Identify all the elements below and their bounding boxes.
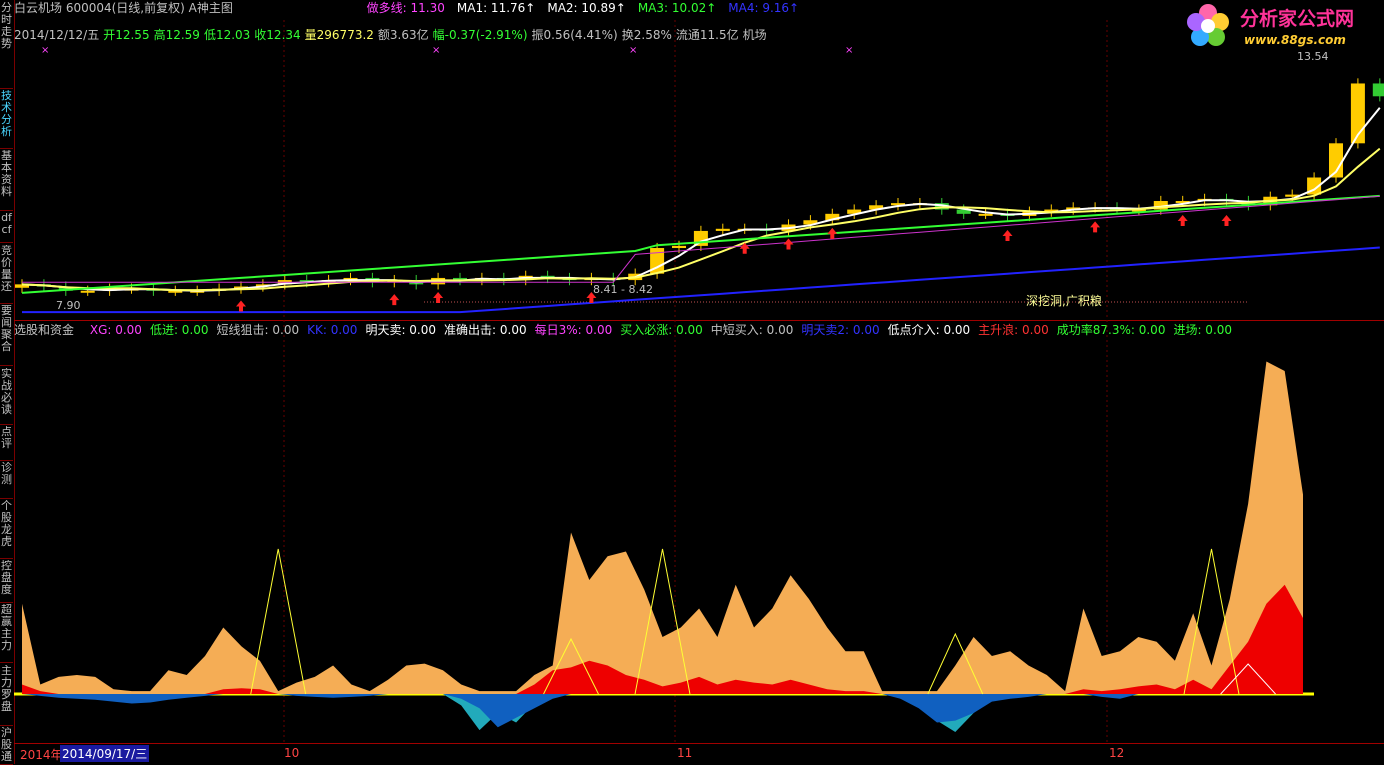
side-tab-0[interactable]: 分时走势 [0,2,13,89]
buy-arrow-0 [236,300,246,312]
buy-arrow-8 [1090,221,1101,233]
buy-arrow-9 [1177,215,1188,227]
candle-body-32 [715,228,730,231]
cursor-date: 2014/09/17/三 [60,745,150,762]
ma1-line [21,107,1381,292]
candle-body-30 [672,245,686,249]
marker-x-3: × [629,45,637,56]
axis-year: 2014年 [20,748,63,762]
candle-body-62 [1372,83,1384,97]
high-price-label: 13.54 [1297,50,1329,63]
cyan-area [22,694,1303,732]
side-tab-6[interactable]: 实战必读 [0,368,13,425]
axis-month-10: 10 [284,746,300,760]
side-tab-2[interactable]: 基本资料 [0,150,13,211]
buy-arrow-2 [433,291,444,303]
marker-x-4: × [845,45,853,56]
side-tab-1[interactable]: 技术分析 [0,90,13,149]
side-tab-strip: 分时走势 技术分析 基本资料 df cf 竞价量还 要闻聚合实战必读 点评 诊测 个股龙虎 控盘度… [0,0,15,765]
chart-canvas[interactable]: 13.54 7.90 8.41 - 8.42 深挖洞,广积粮 × × × × [14,0,1384,743]
orange-area [22,361,1303,694]
indicator-pane [22,361,1303,732]
buy-arrow-1 [389,294,400,306]
buy-arrow-7 [1002,229,1013,241]
grid-lines [14,20,1314,743]
marker-x-1: × [41,45,49,56]
side-tab-9[interactable]: 个股龙虎 [0,500,13,559]
side-tab-5[interactable]: 要闻聚合 [0,305,13,366]
side-tab-11[interactable]: 超赢主力 [0,604,13,663]
buy-arrow-6 [827,227,838,239]
blue-area [22,694,1303,728]
candle-body-3 [80,290,95,293]
axis-month-12: 12 [1109,746,1125,760]
side-tab-10[interactable]: 控盘度 [0,560,13,603]
side-tab-8[interactable]: 诊测 [0,462,13,499]
side-tab-4[interactable]: 竞价量还 [0,245,13,304]
price-pane [15,78,1384,314]
buy-arrow-10 [1221,215,1232,227]
buy-arrow-5 [783,238,794,250]
ma2-line [21,147,1381,292]
annotation-text: 深挖洞,广积粮 [1026,293,1102,308]
side-tab-3[interactable]: df cf [0,212,13,243]
range-label: 8.41 - 8.42 [593,283,653,296]
marker-x-2: × [432,45,440,56]
date-axis: 2014年 2014/09/17/三 10 11 12 [14,743,1384,765]
side-tab-13[interactable]: 沪股通 [0,727,13,765]
axis-month-11: 11 [677,746,693,760]
side-tab-12[interactable]: 主力罗盘 [0,665,13,726]
low-price-label: 7.90 [56,299,81,312]
side-tab-7[interactable]: 点评 [0,426,13,461]
candle-body-44 [978,213,993,216]
